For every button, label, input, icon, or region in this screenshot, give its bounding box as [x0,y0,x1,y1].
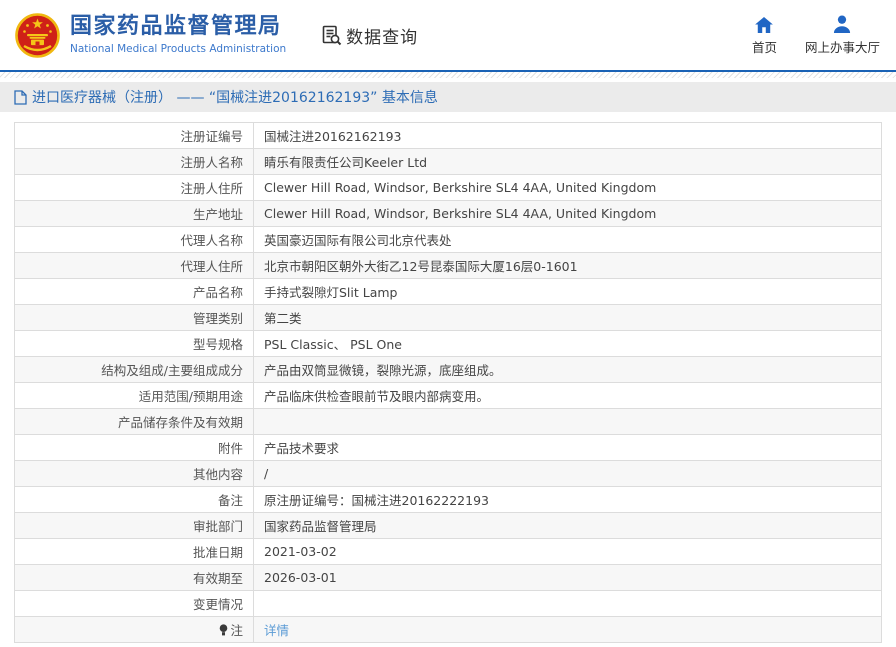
row-value: 北京市朝阳区朝外大街乙12号昆泰国际大厦16层0-1601 [254,253,882,279]
document-search-icon [320,24,343,47]
row-label: 审批部门 [15,513,254,539]
table-row: 代理人住所北京市朝阳区朝外大街乙12号昆泰国际大厦16层0-1601 [15,253,882,279]
row-value: 产品技术要求 [254,435,882,461]
row-value: 产品由双筒显微镜，裂隙光源，底座组成。 [254,357,882,383]
table-row: 备注原注册证编号：国械注进20162222193 [15,487,882,513]
agency-name-en: National Medical Products Administration [70,43,286,55]
national-emblem-icon [14,12,61,59]
row-value: 国械注进20162162193 [254,123,882,149]
module-title: 数据查询 [346,23,418,48]
table-row: 生产地址Clewer Hill Road, Windsor, Berkshire… [15,201,882,227]
row-label: 结构及组成/主要组成成分 [15,357,254,383]
row-value: Clewer Hill Road, Windsor, Berkshire SL4… [254,201,882,227]
row-value: Clewer Hill Road, Windsor, Berkshire SL4… [254,175,882,201]
document-icon [14,90,27,105]
row-label: 产品名称 [15,279,254,305]
table-row: 审批部门国家药品监督管理局 [15,513,882,539]
row-value: 英国豪迈国际有限公司北京代表处 [254,227,882,253]
registration-info-table: 注册证编号国械注进20162162193注册人名称睛乐有限责任公司Keeler … [14,122,882,643]
breadcrumb: 进口医疗器械（注册） —— “国械注进20162162193” 基本信息 [14,87,438,107]
row-label: 其他内容 [15,461,254,487]
table-row: 适用范围/预期用途产品临床供检查眼前节及眼内部病变用。 [15,383,882,409]
breadcrumb-text: 进口医疗器械（注册） —— “国械注进20162162193” 基本信息 [32,87,438,107]
table-row: 变更情况 [15,591,882,617]
table-row: 注册人名称睛乐有限责任公司Keeler Ltd [15,149,882,175]
row-value: 睛乐有限责任公司Keeler Ltd [254,149,882,175]
table-row: 有效期至2026-03-01 [15,565,882,591]
table-row: 注册证编号国械注进20162162193 [15,123,882,149]
data-query-module: 数据查询 [320,23,418,48]
row-label: 注 [15,617,254,643]
row-value: 国家药品监督管理局 [254,513,882,539]
table-row: 代理人名称英国豪迈国际有限公司北京代表处 [15,227,882,253]
nav-item-service-hall[interactable]: 网上办事大厅 [805,15,880,56]
nav-item-home[interactable]: 首页 [752,15,777,56]
row-value: 产品临床供检查眼前节及眼内部病变用。 [254,383,882,409]
row-value: / [254,461,882,487]
table-row: 管理类别第二类 [15,305,882,331]
row-value [254,591,882,617]
row-value: 详情 [254,617,882,643]
row-label: 管理类别 [15,305,254,331]
breadcrumb-band: 进口医疗器械（注册） —— “国械注进20162162193” 基本信息 [0,82,896,112]
row-label: 代理人名称 [15,227,254,253]
nav-item-label: 首页 [752,37,777,56]
user-icon [833,15,851,33]
table-row: 批准日期2021-03-02 [15,539,882,565]
agency-title-block: 国家药品监督管理局 National Medical Products Admi… [70,15,286,54]
info-table-body: 注册证编号国械注进20162162193注册人名称睛乐有限责任公司Keeler … [15,123,882,643]
row-value: 2026-03-01 [254,565,882,591]
table-row: 注册人住所Clewer Hill Road, Windsor, Berkshir… [15,175,882,201]
header-nav: 首页 网上办事大厅 [752,15,880,56]
row-value: 第二类 [254,305,882,331]
row-label: 生产地址 [15,201,254,227]
table-row: 结构及组成/主要组成成分产品由双筒显微镜，裂隙光源，底座组成。 [15,357,882,383]
nav-item-label: 网上办事大厅 [805,37,880,56]
row-label: 批准日期 [15,539,254,565]
row-label: 注册证编号 [15,123,254,149]
table-row: 型号规格PSL Classic、 PSL One [15,331,882,357]
row-label: 型号规格 [15,331,254,357]
row-label: 有效期至 [15,565,254,591]
detail-link[interactable]: 详情 [264,623,289,638]
table-row: 附件产品技术要求 [15,435,882,461]
row-label: 变更情况 [15,591,254,617]
table-row: 产品储存条件及有效期 [15,409,882,435]
agency-name-cn: 国家药品监督管理局 [70,15,286,39]
row-value: 原注册证编号：国械注进20162222193 [254,487,882,513]
row-label: 注册人住所 [15,175,254,201]
row-label: 适用范围/预期用途 [15,383,254,409]
home-icon [755,15,773,33]
row-value: 手持式裂隙灯Slit Lamp [254,279,882,305]
agency-logo: 国家药品监督管理局 National Medical Products Admi… [14,12,286,59]
row-label: 备注 [15,487,254,513]
bulb-icon [219,624,228,639]
row-label: 代理人住所 [15,253,254,279]
row-value: PSL Classic、 PSL One [254,331,882,357]
row-label: 附件 [15,435,254,461]
table-row: 注详情 [15,617,882,643]
table-row: 其他内容/ [15,461,882,487]
site-header: 国家药品监督管理局 National Medical Products Admi… [0,0,896,70]
row-label: 注册人名称 [15,149,254,175]
main-content: 注册证编号国械注进20162162193注册人名称睛乐有限责任公司Keeler … [0,112,896,643]
row-value [254,409,882,435]
table-row: 产品名称手持式裂隙灯Slit Lamp [15,279,882,305]
row-label: 产品储存条件及有效期 [15,409,254,435]
row-value: 2021-03-02 [254,539,882,565]
